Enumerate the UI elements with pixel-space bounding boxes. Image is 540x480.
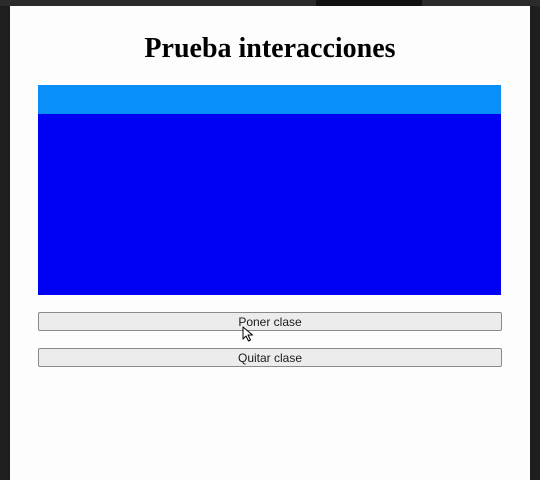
interactive-box-header: [38, 85, 501, 114]
remove-class-button[interactable]: Quitar clase: [38, 348, 502, 367]
add-class-button[interactable]: Poner clase: [38, 312, 502, 331]
page-content: Prueba interacciones Poner clase Quitar …: [10, 6, 530, 480]
mouse-pointer-icon: [242, 326, 253, 342]
page-title: Prueba interacciones: [144, 33, 396, 64]
interactive-box: [38, 114, 501, 295]
